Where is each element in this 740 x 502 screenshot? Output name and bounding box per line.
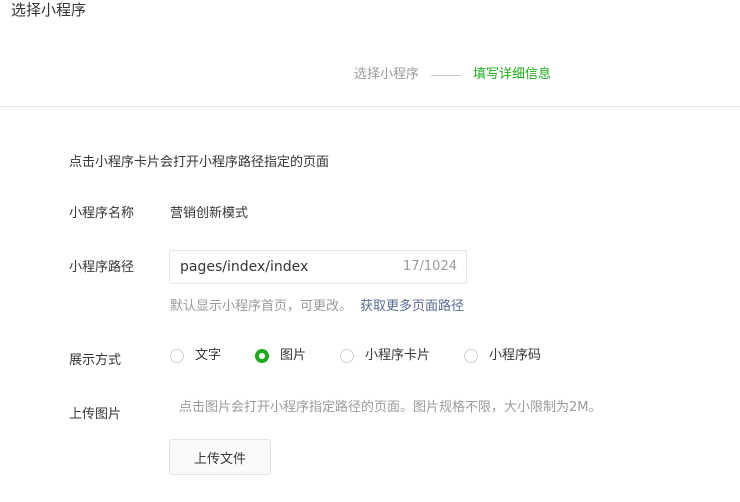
- dialog-title: 选择小程序: [11, 1, 87, 19]
- upload-file-button[interactable]: 上传文件: [169, 439, 271, 475]
- miniprogram-path-label: 小程序路径: [69, 260, 135, 275]
- upload-tip: 点击图片会打开小程序指定路径的页面。图片规格不限，大小限制为2M。: [179, 400, 602, 415]
- miniprogram-name-label: 小程序名称: [69, 206, 135, 221]
- step-connector: [431, 74, 462, 76]
- radio-option-miniprogram-card[interactable]: 小程序卡片: [340, 347, 430, 365]
- radio-option-label: 小程序码: [489, 348, 542, 363]
- radio-option-text[interactable]: 文字: [170, 347, 221, 365]
- radio-option-label: 小程序卡片: [365, 348, 431, 363]
- radio-option-image[interactable]: 图片: [255, 347, 306, 365]
- radio-option-label: 图片: [280, 348, 307, 363]
- path-char-counter: 17/1024: [402, 259, 457, 274]
- path-hint: 默认显示小程序首页，可更改。 获取更多页面路径: [170, 298, 464, 316]
- path-hint-text: 默认显示小程序首页，可更改。: [170, 299, 353, 314]
- upload-image-label: 上传图片: [69, 407, 122, 422]
- step-indicator: 选择小程序 填写详细信息: [354, 66, 551, 84]
- step-fill-details: 填写详细信息: [473, 67, 552, 82]
- radio-option-miniprogram-code[interactable]: 小程序码: [464, 347, 541, 365]
- display-mode-label: 展示方式: [69, 353, 122, 368]
- card-tip: 点击小程序卡片会打开小程序路径指定的页面: [69, 155, 330, 170]
- radio-option-label: 文字: [195, 348, 222, 363]
- miniprogram-name-value: 营销创新模式: [170, 206, 249, 221]
- display-mode-radio-group: 文字 图片 小程序卡片 小程序码: [170, 347, 575, 365]
- radio-circle-icon: [464, 349, 479, 363]
- step-select-miniprogram: 选择小程序: [354, 67, 420, 82]
- radio-circle-icon: [340, 349, 355, 363]
- more-page-paths-link[interactable]: 获取更多页面路径: [360, 299, 464, 314]
- miniprogram-path-field: 17/1024: [169, 250, 467, 284]
- header-divider: [0, 106, 740, 107]
- miniprogram-path-input[interactable]: [170, 251, 390, 283]
- radio-circle-icon: [170, 349, 184, 363]
- radio-circle-icon: [255, 349, 270, 363]
